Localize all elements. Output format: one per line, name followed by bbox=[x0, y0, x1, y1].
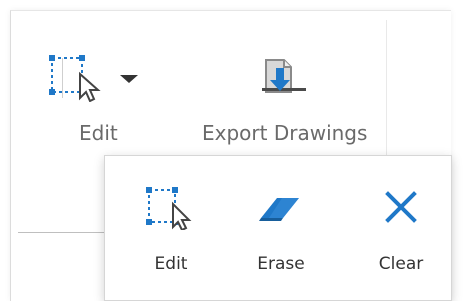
eraser-icon bbox=[259, 198, 299, 221]
icon-container bbox=[131, 186, 211, 230]
chevron-down-icon[interactable] bbox=[120, 75, 138, 83]
selection-cursor-icon bbox=[49, 55, 101, 102]
menu-item-erase-label: Erase bbox=[257, 254, 305, 274]
export-icon bbox=[262, 59, 306, 93]
icon-container bbox=[241, 186, 321, 230]
close-icon bbox=[385, 191, 417, 223]
menu-item-erase[interactable]: Erase bbox=[241, 166, 321, 278]
icon-container bbox=[361, 186, 441, 230]
menu-item-clear[interactable]: Clear bbox=[361, 166, 441, 278]
menu-item-edit-label: Edit bbox=[154, 254, 188, 274]
edit-label: Edit bbox=[79, 121, 118, 145]
selection-cursor-icon bbox=[146, 187, 192, 230]
export-drawings-button[interactable] bbox=[256, 54, 314, 106]
edit-dropdown-menu: Edit Erase Clear bbox=[104, 155, 452, 301]
menu-item-edit[interactable]: Edit bbox=[131, 166, 211, 278]
menu-item-clear-label: Clear bbox=[378, 254, 424, 274]
export-drawings-label: Export Drawings bbox=[202, 121, 368, 145]
split-divider bbox=[62, 58, 63, 98]
